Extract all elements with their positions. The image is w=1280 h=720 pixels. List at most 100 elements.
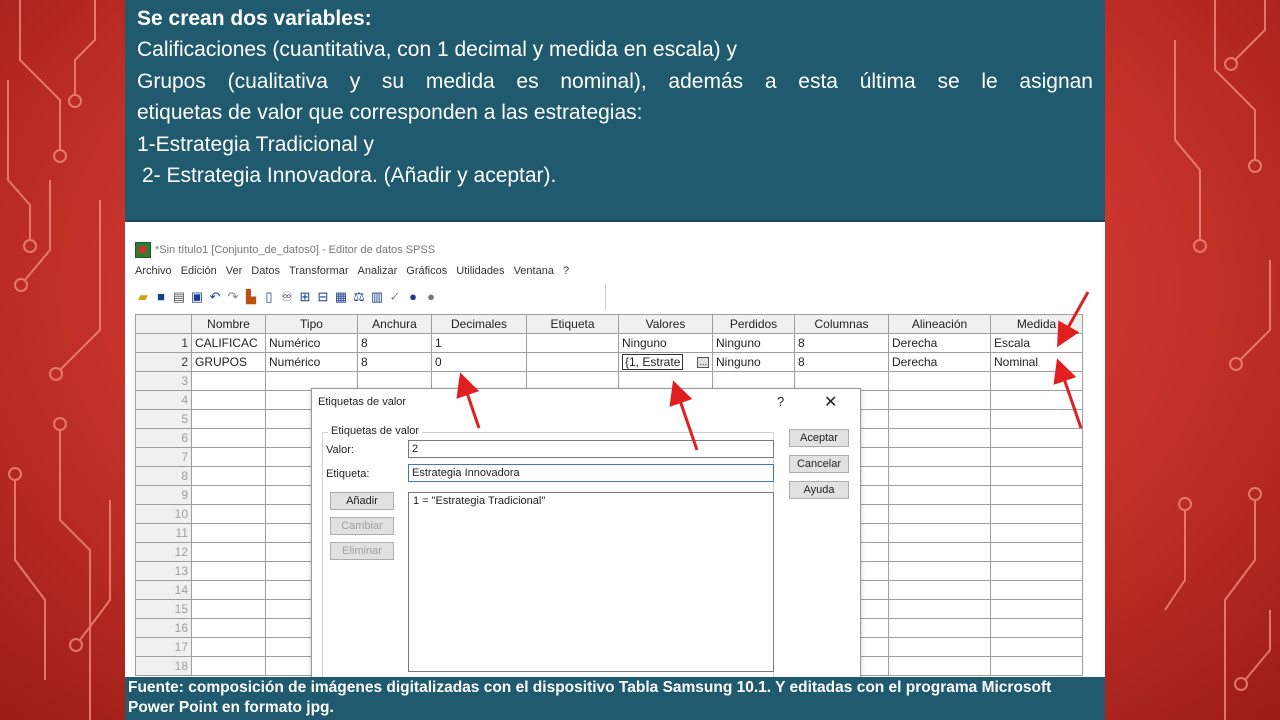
undo-icon[interactable]: ↶ (207, 289, 223, 305)
row-number[interactable]: 5 (135, 409, 192, 429)
cancel-button[interactable]: Cancelar (789, 455, 849, 473)
empty-cell[interactable] (888, 504, 991, 524)
column-header-valores[interactable]: Valores (618, 314, 713, 334)
cell-columnas[interactable]: 8 (794, 352, 889, 372)
empty-cell[interactable] (888, 580, 991, 600)
empty-cell[interactable] (888, 561, 991, 581)
row-number[interactable]: 2 (135, 352, 192, 372)
cell-perdidos[interactable]: Ninguno (712, 352, 795, 372)
cell-etiqueta[interactable] (526, 352, 619, 372)
value-labels-icon[interactable]: ✓ (387, 289, 403, 305)
menu-edicion[interactable]: Edición (181, 265, 217, 277)
column-header-alineacion[interactable]: Alineación (888, 314, 991, 334)
empty-cell[interactable] (888, 390, 991, 410)
empty-cell[interactable] (990, 523, 1083, 543)
row-number[interactable]: 14 (135, 580, 192, 600)
row-number[interactable]: 12 (135, 542, 192, 562)
empty-cell[interactable] (990, 428, 1083, 448)
row-number[interactable]: 8 (135, 466, 192, 486)
empty-cell[interactable] (888, 409, 991, 429)
empty-cell[interactable] (990, 580, 1083, 600)
open-folder-icon[interactable]: ▰ (135, 289, 151, 305)
empty-cell[interactable] (191, 618, 266, 638)
help-button[interactable]: Ayuda (789, 481, 849, 499)
help-icon[interactable]: ? (777, 394, 784, 409)
menu-analizar[interactable]: Analizar (358, 265, 398, 277)
valores-ellipsis-button[interactable]: ... (697, 356, 709, 368)
list-item[interactable]: 1 = "Estrategia Tradicional" (413, 495, 769, 507)
cell-tipo[interactable]: Numérico (265, 333, 358, 353)
empty-cell[interactable] (191, 371, 266, 391)
insert-cases-icon[interactable]: ⊞ (297, 289, 313, 305)
valor-field[interactable]: 2 (408, 440, 774, 458)
menu-ventana[interactable]: Ventana (514, 265, 554, 277)
column-header-anchura[interactable]: Anchura (357, 314, 432, 334)
empty-cell[interactable] (191, 561, 266, 581)
empty-cell[interactable] (990, 466, 1083, 486)
empty-cell[interactable] (888, 485, 991, 505)
menu-archivo[interactable]: Archivo (135, 265, 172, 277)
empty-cell[interactable] (191, 523, 266, 543)
empty-cell[interactable] (191, 409, 266, 429)
show-all-variables-icon[interactable]: ● (423, 289, 439, 305)
empty-cell[interactable] (888, 447, 991, 467)
empty-cell[interactable] (191, 390, 266, 410)
select-cases-icon[interactable]: ▥ (369, 289, 385, 305)
weight-cases-icon[interactable]: ⚖ (351, 289, 367, 305)
empty-cell[interactable] (888, 428, 991, 448)
empty-cell[interactable] (990, 618, 1083, 638)
cell-medida[interactable]: Escala (990, 333, 1083, 353)
cell-anchura[interactable]: 8 (357, 352, 432, 372)
column-header-etiqueta[interactable]: Etiqueta (526, 314, 619, 334)
empty-cell[interactable] (191, 428, 266, 448)
close-icon[interactable]: ✕ (824, 392, 837, 412)
menu-transformar[interactable]: Transformar (289, 265, 349, 277)
remove-button[interactable]: Eliminar (330, 542, 394, 560)
column-header-tipo[interactable]: Tipo (265, 314, 358, 334)
use-sets-icon[interactable]: ● (405, 289, 421, 305)
menu-datos[interactable]: Datos (251, 265, 280, 277)
empty-cell[interactable] (888, 618, 991, 638)
empty-cell[interactable] (888, 637, 991, 657)
menu-ver[interactable]: Ver (226, 265, 243, 277)
empty-cell[interactable] (888, 371, 991, 391)
cell-alineacion[interactable]: Derecha (888, 333, 991, 353)
empty-cell[interactable] (990, 637, 1083, 657)
menu-graficos[interactable]: Gráficos (406, 265, 447, 277)
cell-perdidos[interactable]: Ninguno (712, 333, 795, 353)
empty-cell[interactable] (990, 599, 1083, 619)
row-number[interactable]: 11 (135, 523, 192, 543)
save-icon[interactable]: ■ (153, 289, 169, 305)
cell-decimales[interactable]: 0 (431, 352, 527, 372)
row-number[interactable]: 3 (135, 371, 192, 391)
column-header-decimales[interactable]: Decimales (431, 314, 527, 334)
etiqueta-field[interactable]: Estrategia Innovadora (408, 464, 774, 482)
empty-cell[interactable] (191, 485, 266, 505)
cell-decimales[interactable]: 1 (431, 333, 527, 353)
empty-cell[interactable] (191, 447, 266, 467)
row-number[interactable]: 17 (135, 637, 192, 657)
split-file-icon[interactable]: ▦ (333, 289, 349, 305)
ok-button[interactable]: Aceptar (789, 429, 849, 447)
menu-help[interactable]: ? (563, 265, 569, 277)
row-number[interactable]: 10 (135, 504, 192, 524)
empty-cell[interactable] (990, 447, 1083, 467)
empty-cell[interactable] (888, 599, 991, 619)
row-number[interactable]: 15 (135, 599, 192, 619)
goto-case-icon[interactable]: ▙ (243, 289, 259, 305)
empty-cell[interactable] (888, 542, 991, 562)
cell-valores[interactable]: {1, Estrate ... (618, 352, 713, 372)
empty-cell[interactable] (191, 637, 266, 657)
empty-cell[interactable] (888, 656, 991, 676)
row-number[interactable]: 16 (135, 618, 192, 638)
dialog-recall-icon[interactable]: ▣ (189, 289, 205, 305)
empty-cell[interactable] (990, 561, 1083, 581)
empty-cell[interactable] (191, 542, 266, 562)
cell-alineacion[interactable]: Derecha (888, 352, 991, 372)
cell-etiqueta[interactable] (526, 333, 619, 353)
goto-variable-icon[interactable]: ▯ (261, 289, 277, 305)
empty-cell[interactable] (990, 485, 1083, 505)
cell-valores[interactable]: Ninguno (618, 333, 713, 353)
empty-cell[interactable] (191, 599, 266, 619)
row-number[interactable]: 6 (135, 428, 192, 448)
